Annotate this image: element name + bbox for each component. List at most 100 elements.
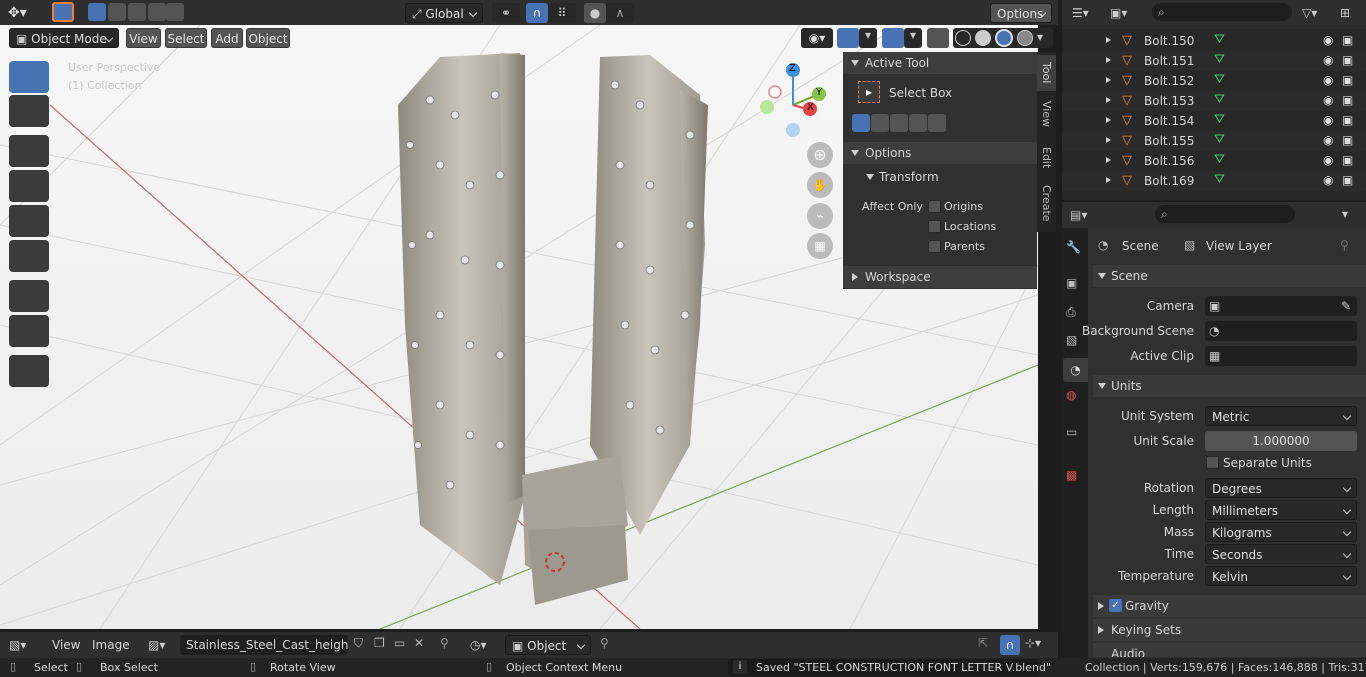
camera-icon[interactable]: ▣ — [1342, 133, 1353, 147]
expand-arrow-icon[interactable] — [1106, 177, 1111, 183]
annotate-tool[interactable] — [9, 280, 49, 312]
unit-system-select[interactable]: Metric — [1205, 406, 1357, 426]
options-dropdown[interactable]: Options — [990, 3, 1052, 23]
outliner-editor-icon[interactable]: ☰▾ — [1072, 3, 1102, 23]
texture-tab-icon[interactable]: ▩ — [1066, 468, 1084, 486]
scene-tab-icon[interactable]: ◔ — [1063, 358, 1088, 382]
mesh-data-icon[interactable]: ⛛ — [1214, 72, 1225, 87]
image-name-field[interactable]: Stainless_Steel_Cast_height.png — [180, 635, 348, 655]
filter-icon[interactable]: ▽▾ — [1302, 3, 1330, 23]
display-mode-icon[interactable]: ▣▾ — [1110, 3, 1140, 23]
expand-arrow-icon[interactable] — [1106, 117, 1111, 123]
shading-dropdown-icon[interactable]: ▾ — [1037, 30, 1043, 44]
ortho-grid-icon[interactable]: ▦ — [807, 233, 833, 259]
mesh-data-icon[interactable]: ⛛ — [1214, 172, 1225, 187]
snap-target-icon[interactable]: ⠿ — [548, 3, 576, 23]
outliner-row[interactable]: ▽ Bolt.156 ⛛ ◉ ▣ — [1062, 151, 1366, 171]
measure-tool[interactable] — [9, 315, 49, 347]
camera-icon[interactable]: ▣ — [1342, 73, 1353, 87]
eye-icon[interactable]: ◉ — [1323, 93, 1333, 107]
nav-up-icon[interactable]: ⇱ — [978, 636, 988, 650]
outliner-row[interactable]: ▽ Bolt.153 ⛛ ◉ ▣ — [1062, 91, 1366, 111]
outliner-row[interactable]: ▽ Bolt.154 ⛛ ◉ ▣ — [1062, 111, 1366, 131]
image-pin-icon[interactable]: ⚲ — [440, 636, 449, 650]
camera-icon[interactable]: ▣ — [1342, 113, 1353, 127]
mesh-data-icon[interactable]: ⛛ — [1214, 112, 1225, 127]
camera-icon[interactable]: ▣ — [1342, 93, 1353, 107]
material-shading-icon[interactable] — [995, 29, 1013, 47]
tab-tool[interactable]: Tool — [1037, 55, 1056, 91]
mode-invert-icon[interactable] — [148, 3, 166, 21]
world-tab-icon[interactable]: ◍ — [1066, 388, 1084, 406]
mode-intersect-icon[interactable] — [166, 3, 184, 21]
properties-editor-icon[interactable]: ▤▾ — [1070, 205, 1100, 225]
mode-subtract-icon[interactable] — [128, 3, 146, 21]
eye-icon[interactable]: ◉ — [1323, 153, 1333, 167]
pin-icon[interactable]: ⚲ — [1340, 238, 1349, 252]
menu-object[interactable]: Object — [246, 28, 290, 48]
rotation-select[interactable]: Degrees — [1205, 478, 1357, 498]
open-folder-icon[interactable]: ▭ — [394, 636, 405, 650]
transform-tool[interactable] — [9, 240, 49, 272]
camera-icon[interactable]: ▣ — [1342, 153, 1353, 167]
expand-arrow-icon[interactable] — [1106, 157, 1111, 163]
render-tab-icon[interactable]: ▣ — [1066, 276, 1084, 294]
origins-checkbox[interactable] — [928, 200, 941, 213]
tab-view[interactable]: View — [1037, 95, 1056, 133]
image-pin-2-icon[interactable]: ⚲ — [600, 636, 609, 650]
tool-mode-subtract-icon[interactable] — [890, 114, 908, 132]
mesh-data-icon[interactable]: ⛛ — [1214, 152, 1225, 167]
menu-select[interactable]: Select — [165, 28, 207, 48]
active-clip-field[interactable]: ▦ — [1205, 346, 1357, 366]
camera-view-icon[interactable]: ⌁ — [807, 203, 833, 229]
xray-icon[interactable] — [927, 28, 949, 48]
wireframe-shading-icon[interactable] — [955, 30, 971, 46]
eye-icon[interactable]: ◉ — [1323, 73, 1333, 87]
move-tool[interactable] — [9, 135, 49, 167]
mesh-data-icon[interactable]: ⛛ — [1214, 52, 1225, 67]
cursor-tool[interactable] — [9, 95, 49, 127]
locations-checkbox[interactable] — [928, 220, 941, 233]
fake-user-icon[interactable]: ⛉ — [354, 636, 363, 651]
outliner-search-input[interactable]: ⌕ — [1152, 3, 1292, 21]
camera-icon[interactable]: ▣ — [1342, 53, 1353, 67]
camera-field[interactable]: ▣ ✎ — [1205, 296, 1357, 316]
temperature-select[interactable]: Kelvin — [1205, 566, 1357, 586]
duplicate-icon[interactable]: ❐ — [374, 636, 385, 650]
time-select[interactable]: Seconds — [1205, 544, 1357, 564]
visibility-icon[interactable]: ◉▾ — [801, 28, 833, 48]
eye-icon[interactable]: ◉ — [1323, 113, 1333, 127]
background-scene-field[interactable]: ◔ — [1205, 321, 1357, 341]
mesh-data-icon[interactable]: ⛛ — [1214, 132, 1225, 147]
mass-select[interactable]: Kilograms — [1205, 522, 1357, 542]
image-browse-icon[interactable]: ▨▾ — [148, 635, 178, 655]
separate-units-checkbox[interactable] — [1206, 456, 1219, 469]
image-snap-target-icon[interactable]: ⊹▾ — [1025, 636, 1041, 650]
overlay-dropdown-icon[interactable]: ▾ — [904, 28, 922, 48]
tool-mode-new-icon[interactable] — [852, 114, 870, 132]
proportional-edit-icon[interactable]: ● — [584, 3, 606, 23]
image-editor-type-icon[interactable]: ▧▾ — [9, 635, 39, 655]
expand-arrow-icon[interactable] — [1106, 97, 1111, 103]
select-tool-icon[interactable] — [52, 2, 74, 22]
outliner-row[interactable]: ▽ Bolt.151 ⛛ ◉ ▣ — [1062, 51, 1366, 71]
image-view-menu[interactable]: View — [52, 638, 80, 652]
eye-icon[interactable]: ◉ — [1323, 133, 1333, 147]
tool-mode-intersect-icon[interactable] — [928, 114, 946, 132]
pivot-icon[interactable]: ⚭ — [492, 3, 520, 23]
transform-orientation-select[interactable]: ⤢ Global — [405, 3, 483, 23]
menu-add[interactable]: Add — [211, 28, 243, 48]
object-mode-select[interactable]: ▣ Object Mode — [9, 28, 119, 48]
length-select[interactable]: Millimeters — [1205, 500, 1357, 520]
audio-panel-header[interactable]: Audio — [1093, 643, 1366, 657]
expand-arrow-icon[interactable] — [1106, 77, 1111, 83]
mode-new-icon[interactable] — [88, 3, 106, 21]
select-box-tool[interactable] — [9, 61, 49, 93]
falloff-icon[interactable]: ∧ — [606, 3, 634, 23]
outliner-row[interactable]: ▽ Bolt.155 ⛛ ◉ ▣ — [1062, 131, 1366, 151]
output-tab-icon[interactable]: ⎙ — [1066, 305, 1084, 323]
camera-icon[interactable]: ▣ — [1342, 173, 1353, 187]
new-collection-icon[interactable]: ⊞ — [1340, 3, 1358, 23]
tool-mode-extend-icon[interactable] — [871, 114, 889, 132]
menu-view[interactable]: View — [126, 28, 161, 48]
